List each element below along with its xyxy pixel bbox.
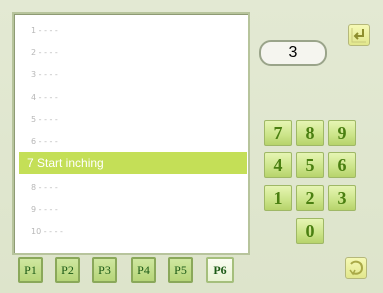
enter-icon bbox=[351, 28, 366, 43]
tab-p4[interactable]: P4 bbox=[131, 257, 156, 283]
return-icon bbox=[349, 260, 364, 276]
tab-p6[interactable]: P6 bbox=[206, 257, 234, 283]
list-item[interactable]: 2 - - - - bbox=[19, 42, 247, 64]
key-9[interactable]: 9 bbox=[328, 120, 356, 146]
key-7[interactable]: 7 bbox=[264, 120, 292, 146]
list-item[interactable]: 3 - - - - bbox=[19, 64, 247, 86]
key-6[interactable]: 6 bbox=[328, 152, 356, 178]
parameter-list[interactable]: 1 - - - - 2 - - - - 3 - - - - 4 - - - - … bbox=[12, 12, 250, 255]
list-item[interactable]: 8 - - - - bbox=[19, 177, 247, 199]
tab-p1[interactable]: P1 bbox=[18, 257, 43, 283]
list-item[interactable]: 1 - - - - bbox=[19, 20, 247, 42]
key-8[interactable]: 8 bbox=[296, 120, 324, 146]
tab-p5[interactable]: P5 bbox=[168, 257, 193, 283]
key-4[interactable]: 4 bbox=[264, 152, 292, 178]
key-1[interactable]: 1 bbox=[264, 185, 292, 211]
tab-p3[interactable]: P3 bbox=[92, 257, 117, 283]
list-item[interactable]: 10 - - - - bbox=[19, 221, 247, 243]
list-item[interactable]: 5 - - - - bbox=[19, 109, 247, 131]
list-item-selected[interactable]: 7 Start inching bbox=[19, 152, 247, 174]
key-0[interactable]: 0 bbox=[296, 218, 324, 244]
key-2[interactable]: 2 bbox=[296, 185, 324, 211]
machine-panel-screen: 1 - - - - 2 - - - - 3 - - - - 4 - - - - … bbox=[0, 0, 383, 293]
key-3[interactable]: 3 bbox=[328, 185, 356, 211]
enter-button[interactable] bbox=[348, 24, 370, 46]
value-display: 3 bbox=[259, 40, 327, 66]
tab-p2[interactable]: P2 bbox=[55, 257, 80, 283]
list-item[interactable]: 6 - - - - bbox=[19, 131, 247, 153]
list-item[interactable]: 9 - - - - bbox=[19, 199, 247, 221]
return-button[interactable] bbox=[345, 257, 367, 279]
key-5[interactable]: 5 bbox=[296, 152, 324, 178]
list-item[interactable]: 4 - - - - bbox=[19, 87, 247, 109]
